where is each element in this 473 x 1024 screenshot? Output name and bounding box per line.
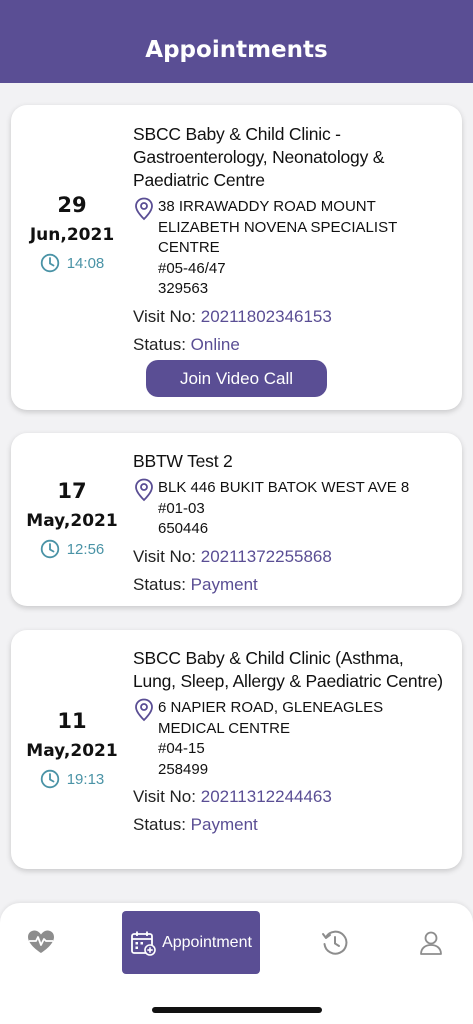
visit-number: 20211312244463 — [200, 787, 332, 806]
nav-profile[interactable] — [414, 927, 448, 959]
location-pin-icon — [135, 197, 153, 221]
nav-history[interactable] — [318, 927, 352, 959]
appointment-card[interactable]: 11 May,2021 19:13 SBCC Baby & Child Clin… — [11, 630, 462, 869]
date-day: 11 — [57, 709, 87, 733]
address-line: MEDICAL CENTRE — [158, 719, 290, 737]
clinic-address: 38 IRRAWADDY ROAD MOUNT ELIZABETH NOVENA… — [133, 197, 448, 300]
status-row: Status: Online — [133, 334, 448, 356]
address-line: #01-03 — [158, 499, 205, 517]
time-label: 14:08 — [66, 254, 105, 272]
date-month-year: May,2021 — [26, 511, 118, 531]
time-label: 19:13 — [66, 770, 105, 788]
status-value: Payment — [190, 815, 258, 834]
appointment-time: 12:56 — [11, 539, 133, 559]
date-day: 29 — [57, 193, 87, 217]
visit-label: Visit No: — [133, 306, 196, 326]
nav-health[interactable] — [22, 927, 60, 957]
appointment-date: 29 Jun,2021 14:08 — [11, 193, 133, 273]
appointment-date: 11 May,2021 19:13 — [11, 709, 133, 789]
visit-number-row: Visit No: 20211802346153 — [133, 306, 448, 328]
location-pin-icon — [135, 698, 153, 722]
address-line: BLK 446 BUKIT BATOK WEST AVE 8 — [158, 479, 410, 496]
status-label: Status: — [133, 574, 186, 594]
visit-label: Visit No: — [133, 546, 196, 566]
appointment-card[interactable]: 17 May,2021 12:56 BBTW Test 2 BLK 446 BU… — [11, 433, 462, 606]
appointment-time: 14:08 — [11, 253, 133, 273]
visit-label: Visit No: — [133, 787, 196, 806]
status-row: Status: Payment — [133, 814, 448, 836]
appointment-info: SBCC Baby & Child Clinic - Gastroenterol… — [133, 123, 448, 356]
address-line: #05-46/47 — [158, 259, 226, 277]
appointment-time: 19:13 — [11, 769, 133, 789]
bottom-navigation: Appointment — [0, 903, 473, 1024]
app-header: Appointments — [0, 0, 473, 83]
appointment-date: 17 May,2021 12:56 — [11, 479, 133, 559]
address-line: ELIZABETH NOVENA SPECIALIST — [158, 218, 398, 236]
nav-appointment-label: Appointment — [162, 933, 252, 951]
appointment-card[interactable]: 29 Jun,2021 14:08 SBCC Baby & Child Clin… — [11, 105, 462, 410]
time-label: 12:56 — [66, 540, 105, 558]
address-line: CENTRE — [158, 239, 220, 256]
history-icon — [322, 930, 348, 955]
clinic-name: BBTW Test 2 — [133, 451, 233, 471]
clinic-address: BLK 446 BUKIT BATOK WEST AVE 8 #01-03 65… — [133, 478, 448, 540]
address-line: #04-15 — [158, 740, 205, 757]
address-line: 329563 — [158, 280, 209, 297]
status-row: Status: Payment — [133, 574, 448, 596]
location-pin-icon — [135, 478, 153, 502]
address-line: 6 NAPIER ROAD, GLENEAGLES — [158, 699, 384, 716]
profile-icon — [420, 931, 442, 955]
date-month-year: Jun,2021 — [29, 225, 115, 245]
address-line: 38 IRRAWADDY ROAD MOUNT — [158, 198, 376, 215]
status-label: Status: — [133, 334, 186, 354]
date-day: 17 — [57, 479, 87, 503]
join-video-call-button[interactable]: Join Video Call — [146, 360, 327, 397]
heartbeat-icon — [28, 930, 54, 953]
calendar-icon — [131, 931, 156, 956]
clock-icon — [40, 539, 59, 559]
appointment-info: SBCC Baby & Child Clinic (Asthma, Lung, … — [133, 647, 448, 836]
address-line: 650446 — [158, 520, 209, 537]
status-label: Status: — [133, 815, 186, 834]
visit-number-row: Visit No: 20211312244463 — [133, 786, 448, 808]
date-month-year: May,2021 — [26, 741, 118, 761]
appointment-info: BBTW Test 2 BLK 446 BUKIT BATOK WEST AVE… — [133, 450, 448, 596]
clinic-name: SBCC Baby & Child Clinic (Asthma, Lung, … — [133, 648, 443, 691]
clinic-address: 6 NAPIER ROAD, GLENEAGLES MEDICAL CENTRE… — [133, 698, 448, 780]
nav-appointment[interactable]: Appointment — [122, 911, 260, 974]
status-value: Online — [190, 334, 240, 354]
status-value: Payment — [190, 574, 258, 594]
visit-number: 20211802346153 — [200, 306, 332, 326]
clock-icon — [40, 769, 59, 789]
visit-number: 20211372255868 — [200, 546, 332, 566]
clock-icon — [40, 253, 59, 273]
home-indicator — [152, 1007, 322, 1013]
address-line: 258499 — [158, 760, 209, 778]
clinic-name: SBCC Baby & Child Clinic - Gastroenterol… — [133, 124, 385, 190]
visit-number-row: Visit No: 20211372255868 — [133, 546, 448, 568]
page-title: Appointments — [145, 37, 328, 63]
